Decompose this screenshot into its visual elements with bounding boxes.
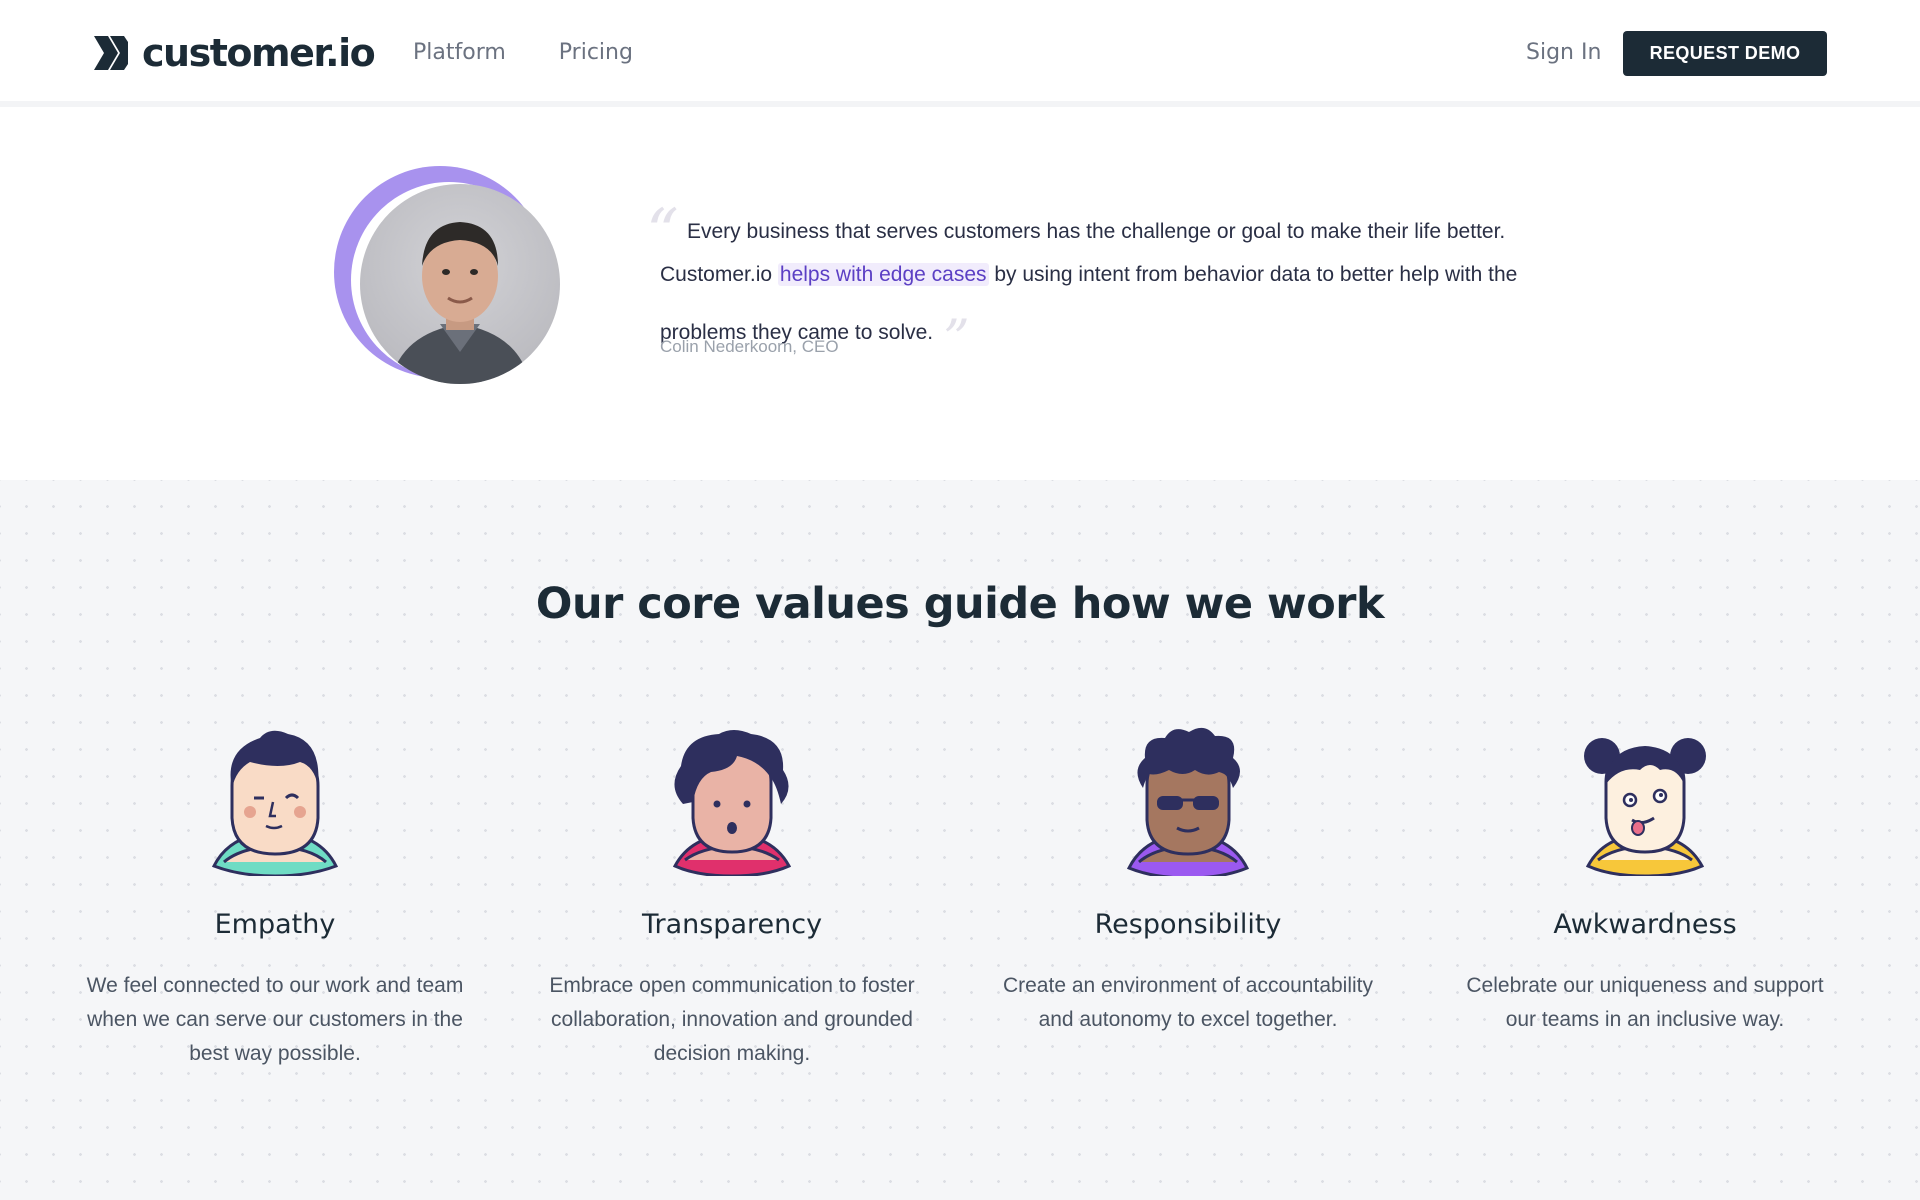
ceo-avatar — [330, 164, 564, 398]
site-header: customer.io Platform Pricing Sign In REQ… — [0, 0, 1920, 107]
awkwardness-face-icon — [1584, 738, 1706, 876]
nav-platform-link[interactable]: Platform — [413, 38, 506, 68]
logo[interactable]: customer.io — [92, 31, 376, 75]
value-name: Responsibility — [1094, 909, 1282, 940]
empathy-face-icon — [211, 730, 339, 876]
value-description: Celebrate our uniqueness and support our… — [1466, 974, 1824, 1031]
core-values-section: Our core values guide how we work Empath… — [0, 480, 1920, 1200]
testimonial-quote: Every business that serves customers has… — [660, 210, 1560, 366]
value-card-transparency: Transparency Embrace open communication … — [542, 726, 922, 1071]
quote-highlight: helps with edge cases — [777, 263, 989, 286]
value-name: Empathy — [214, 909, 336, 940]
value-name: Transparency — [641, 909, 823, 940]
value-description: Create an environment of accountability … — [1002, 974, 1374, 1031]
logo-mark-icon — [94, 36, 128, 70]
value-card-empathy: Empathy We feel connected to our work an… — [85, 726, 465, 1071]
logo-text: customer.io — [142, 31, 376, 75]
value-description: We feel connected to our work and team w… — [86, 974, 464, 1065]
value-name: Awkwardness — [1553, 909, 1737, 940]
values-heading: Our core values guide how we work — [535, 579, 1385, 629]
value-card-awkwardness: Awkwardness Celebrate our uniqueness and… — [1455, 726, 1835, 1037]
responsibility-face-icon — [1126, 727, 1250, 876]
value-description: Embrace open communication to foster col… — [549, 974, 915, 1065]
person-portrait-icon — [390, 222, 530, 384]
request-demo-button[interactable]: REQUEST DEMO — [1623, 31, 1827, 76]
nav-pricing-link[interactable]: Pricing — [559, 38, 633, 68]
quote-attribution: Colin Nederkoorn, CEO — [660, 337, 839, 356]
close-quote-icon: ” — [943, 310, 970, 370]
ceo-photo — [360, 184, 560, 384]
transparency-face-icon — [672, 730, 792, 876]
testimonial-section: “ Every business that serves customers h… — [0, 113, 1920, 480]
sign-in-link[interactable]: Sign In — [1526, 38, 1601, 68]
value-card-responsibility: Responsibility Create an environment of … — [998, 726, 1378, 1037]
main-nav: Platform Pricing — [413, 38, 633, 68]
